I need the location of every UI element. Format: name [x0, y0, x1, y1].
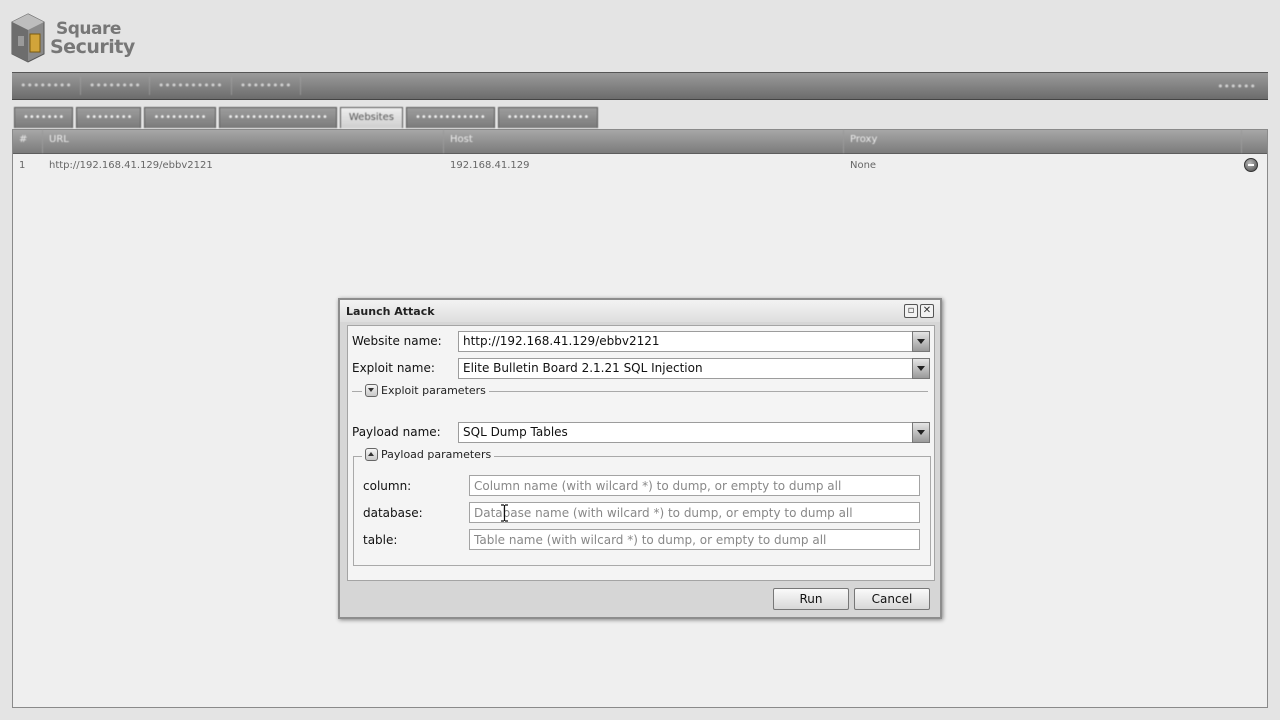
cancel-button[interactable]: Cancel [854, 588, 930, 610]
top-menubar: •••••••• •••••••• •••••••••• •••••••• ••… [12, 72, 1268, 100]
column-input[interactable]: Column name (with wilcard *) to dump, or… [469, 475, 920, 496]
col-header-host[interactable]: Host [444, 130, 844, 153]
maximize-icon[interactable]: ▫ [904, 304, 918, 318]
website-name-value: http://192.168.41.129/ebbv2121 [463, 334, 660, 348]
expand-toggle-icon[interactable] [365, 448, 378, 461]
dialog-body: Website name: http://192.168.41.129/ebbv… [347, 325, 935, 581]
exploit-name-value: Elite Bulletin Board 2.1.21 SQL Injectio… [463, 361, 703, 375]
exploit-name-label: Exploit name: [352, 361, 435, 375]
logo-cube-icon [10, 12, 46, 64]
logo-line2: Security [50, 36, 135, 58]
cell-host: 192.168.41.129 [450, 159, 530, 171]
cell-num: 1 [19, 159, 26, 171]
app-logo: Square Security [10, 10, 150, 66]
tab-7[interactable]: •••••••••••••• [497, 107, 599, 128]
tab-4[interactable]: ••••••••••••••••• [218, 107, 337, 128]
database-input[interactable]: Database name (with wilcard *) to dump, … [469, 502, 920, 523]
col-header-url[interactable]: URL [43, 130, 444, 153]
exploit-dropdown-arrow-icon[interactable] [912, 358, 930, 379]
menu-item-1[interactable]: •••••••• [12, 77, 81, 95]
exploit-params-legend[interactable]: Exploit parameters [362, 384, 489, 397]
tab-3[interactable]: ••••••••• [144, 107, 216, 128]
cell-url: http://192.168.41.129/ebbv2121 [49, 159, 213, 171]
menu-right-link[interactable]: •••••• [1217, 80, 1268, 93]
menu-item-2[interactable]: •••••••• [81, 77, 150, 95]
payload-name-value: SQL Dump Tables [463, 425, 568, 439]
grid-header: # URL Host Proxy [13, 130, 1267, 154]
tab-websites[interactable]: Websites [339, 107, 403, 128]
cell-proxy: None [850, 159, 877, 171]
exploit-params-label: Exploit parameters [381, 384, 486, 397]
tab-2[interactable]: •••••••• [76, 107, 142, 128]
payload-params-label: Payload parameters [381, 448, 492, 461]
logo-text: Square Security [50, 20, 135, 58]
payload-name-select[interactable]: SQL Dump Tables [458, 422, 930, 443]
website-name-label: Website name: [352, 334, 442, 348]
database-label: database: [363, 506, 423, 520]
text-cursor-icon [501, 504, 508, 522]
collapse-toggle-icon[interactable] [365, 384, 378, 397]
dialog-title: Launch Attack [340, 300, 940, 322]
payload-name-label: Payload name: [352, 425, 441, 439]
remove-row-icon[interactable] [1244, 158, 1258, 172]
close-icon[interactable]: ✕ [920, 304, 934, 318]
col-header-num[interactable]: # [13, 130, 43, 153]
exploit-name-select[interactable]: Elite Bulletin Board 2.1.21 SQL Injectio… [458, 358, 930, 379]
table-row[interactable]: 1 http://192.168.41.129/ebbv2121 192.168… [13, 155, 1267, 175]
main-tabs: ••••••• •••••••• ••••••••• •••••••••••••… [14, 107, 599, 129]
table-input[interactable]: Table name (with wilcard *) to dump, or … [469, 529, 920, 550]
run-button[interactable]: Run [773, 588, 849, 610]
column-label: column: [363, 479, 412, 493]
tab-6[interactable]: •••••••••••• [405, 107, 495, 128]
launch-attack-dialog: Launch Attack ▫ ✕ Website name: http://1… [338, 298, 942, 619]
website-dropdown-arrow-icon[interactable] [912, 331, 930, 352]
menu-item-4[interactable]: •••••••• [232, 77, 301, 95]
payload-dropdown-arrow-icon[interactable] [912, 422, 930, 443]
table-label: table: [363, 533, 398, 547]
col-header-proxy[interactable]: Proxy [844, 130, 1242, 153]
payload-params-legend[interactable]: Payload parameters [362, 448, 495, 461]
tab-1[interactable]: ••••••• [14, 107, 74, 128]
menu-item-3[interactable]: •••••••••• [150, 77, 232, 95]
website-name-select[interactable]: http://192.168.41.129/ebbv2121 [458, 331, 930, 352]
